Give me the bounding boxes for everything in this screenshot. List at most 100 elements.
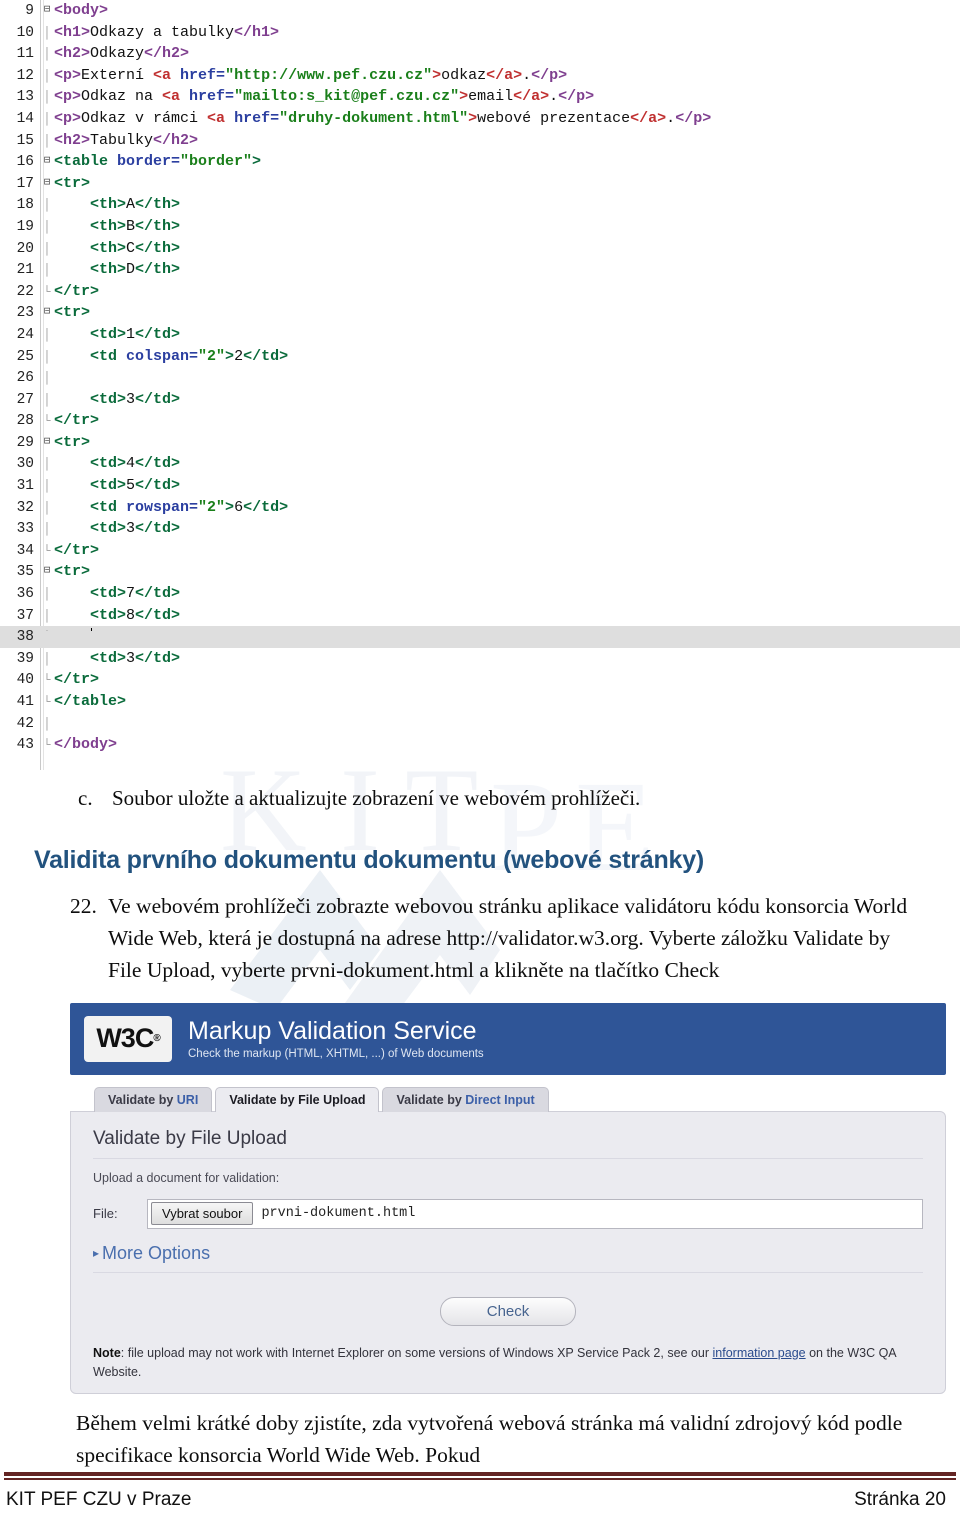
code-token: <tr> — [54, 563, 91, 581]
code-line: 42 │ — [0, 713, 960, 735]
code-token: <td — [54, 347, 127, 365]
code-token: > — [432, 66, 442, 84]
code-token: 2 — [234, 347, 244, 365]
check-button[interactable]: Check — [439, 1296, 577, 1326]
code-token: email — [468, 88, 514, 106]
code-token: "druhy-dokument.html" — [279, 109, 469, 127]
fold-guide-icon: │ — [43, 479, 51, 494]
line-number: 11 — [16, 46, 34, 63]
code-token: "http://www.pef.czu.cz" — [225, 66, 433, 84]
more-options-label: More Options — [102, 1242, 211, 1263]
code-token: </a> — [513, 88, 550, 106]
w3c-tab-2[interactable]: Validate by File Upload — [215, 1086, 380, 1112]
choose-file-button[interactable]: Vybrat soubor — [151, 1202, 254, 1226]
w3c-tab-3[interactable]: Validate by Direct Input — [382, 1086, 549, 1112]
code-line: 27 │ <td>3</td> — [0, 389, 960, 411]
code-text: <h2>Tabulky</h2> — [54, 132, 198, 149]
fold-guide-icon: │ — [43, 133, 51, 148]
line-number: 16 — [16, 154, 34, 171]
w3c-logo-text: W3C — [96, 1023, 154, 1054]
code-token: A — [126, 196, 136, 214]
fold-guide-icon: │ — [43, 198, 51, 213]
code-token: border= — [117, 153, 181, 171]
w3c-logo: W3C ® — [84, 1015, 172, 1062]
code-text: <tr> — [54, 434, 90, 451]
line-number: 41 — [16, 694, 34, 710]
code-token: "mailto:s_kit@pef.czu.cz" — [234, 88, 460, 106]
w3c-tab-1[interactable]: Validate by URI — [94, 1086, 213, 1112]
code-text: </tr> — [54, 542, 99, 559]
tab-label-prefix: Validate by — [108, 1092, 177, 1107]
numbered-item-text: Ve webovém prohlížeči zobrazte webovou s… — [108, 894, 908, 982]
code-text: <td>8</td> — [54, 607, 180, 624]
code-token: </td> — [135, 325, 181, 343]
code-token: 3 — [126, 649, 136, 667]
fold-end-icon: └ — [43, 414, 51, 429]
information-page-link[interactable]: information page — [713, 1346, 806, 1360]
code-token: </th> — [135, 217, 181, 235]
tab-label-prefix: Validate by — [229, 1092, 299, 1107]
code-token: </td> — [243, 347, 289, 365]
code-token: </td> — [135, 520, 181, 538]
w3c-panel: Validate by File Upload Upload a documen… — [70, 1110, 946, 1395]
code-text: <td colspan="2">2</td> — [54, 348, 288, 365]
code-line: 21 │ <th>D</th> — [0, 259, 960, 281]
panel-subtext: Upload a document for validation: — [93, 1170, 280, 1185]
bullet-text: Soubor uložte a aktualizujte zobrazení v… — [112, 786, 641, 810]
code-text: </tr> — [54, 671, 99, 688]
code-token: > — [225, 498, 235, 516]
code-token: "2" — [198, 347, 226, 365]
line-number: 17 — [16, 175, 34, 192]
line-number: 25 — [16, 348, 34, 365]
code-token: Externí — [81, 66, 154, 84]
line-number: 36 — [16, 586, 34, 603]
code-text: </tr> — [54, 283, 99, 300]
code-line: 34 └ </tr> — [0, 540, 960, 562]
registered-trademark-icon: ® — [153, 1033, 160, 1045]
panel-heading: Validate by File Upload — [93, 1128, 923, 1159]
code-token: </tr> — [54, 412, 100, 430]
code-text: <p>Externí <a href="http://www.pef.czu.c… — [54, 67, 567, 84]
footer-rule-top — [4, 1472, 956, 1476]
line-number: 33 — [16, 521, 34, 538]
code-token: <th> — [54, 239, 127, 257]
line-number: 26 — [16, 370, 34, 387]
more-options-toggle[interactable]: ▸ More Options — [93, 1243, 923, 1273]
line-number: 23 — [16, 305, 34, 322]
code-token: <h2> — [54, 45, 91, 63]
code-line: 14 │ <p>Odkaz v rámci <a href="druhy-dokum… — [0, 108, 960, 130]
line-number: 20 — [16, 240, 34, 257]
code-line: 19 │ <th>B</th> — [0, 216, 960, 238]
code-token: Odkazy a tabulky — [90, 23, 235, 41]
code-token: Odkaz na — [81, 88, 163, 106]
code-text: <th>C</th> — [54, 240, 180, 257]
line-number: 32 — [16, 499, 34, 516]
code-token: Odkaz v rámci — [81, 109, 208, 127]
w3c-tab-list: Validate by URI Validate by File Upload Va… — [70, 1086, 946, 1112]
code-token: "border" — [180, 153, 253, 171]
code-line: 18 │ <th>A</th> — [0, 194, 960, 216]
code-token: colspan= — [126, 347, 199, 365]
code-text: <body> — [54, 2, 108, 19]
code-token: odkaz — [441, 66, 487, 84]
code-token: 6 — [234, 498, 244, 516]
code-token: . — [522, 66, 532, 84]
code-token: <td> — [54, 585, 127, 603]
tail-paragraph: Během velmi krátké doby zjistíte, zda vy… — [76, 1411, 903, 1468]
code-text: </body> — [54, 736, 117, 753]
section-heading: Validita prvního dokumentu dokumentu (we… — [34, 846, 705, 875]
editor-horizontal-scrollbar[interactable] — [45, 631, 883, 644]
fold-guide-icon: │ — [43, 25, 51, 40]
code-token: </th> — [135, 239, 181, 257]
fold-guide-icon: │ — [43, 457, 51, 472]
code-line: 31 │ <td>5</td> — [0, 475, 960, 497]
file-input[interactable]: Vybrat soubor prvni-dokument.html — [147, 1198, 923, 1229]
tab-label-accent: URI — [176, 1092, 199, 1107]
code-line: 15 │ <h2>Tabulky</h2> — [0, 130, 960, 152]
bullet-marker: c. — [78, 786, 93, 810]
code-token: 3 — [126, 520, 136, 538]
code-token: <th> — [54, 217, 127, 235]
line-number: 21 — [16, 262, 34, 279]
footer-page-number: Stránka 20 — [854, 1489, 946, 1510]
fold-end-icon: └ — [43, 738, 51, 753]
